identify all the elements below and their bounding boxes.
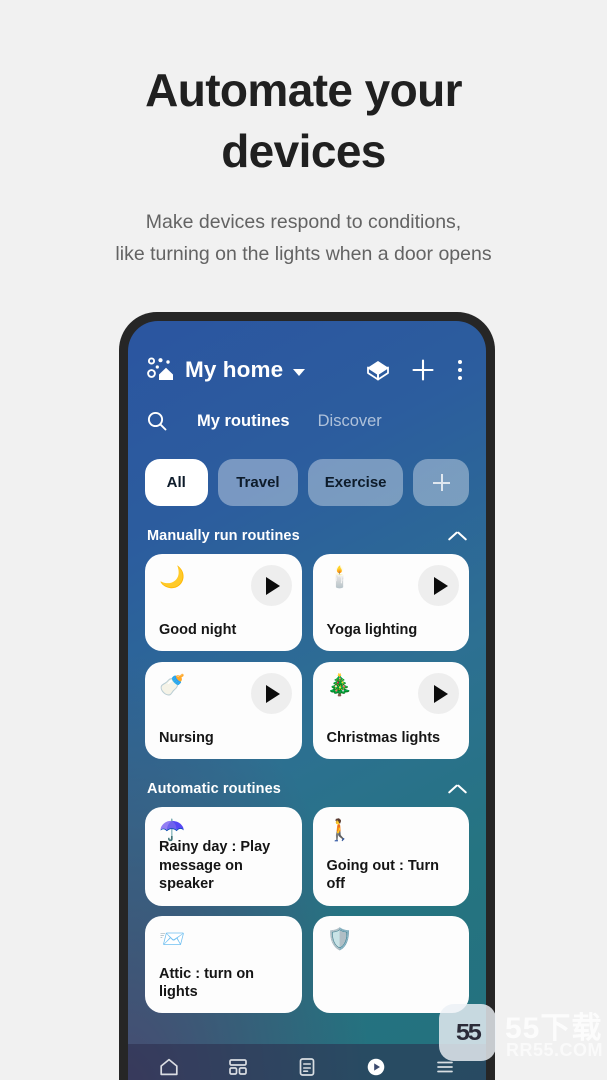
chip-exercise[interactable]: Exercise [308,459,403,506]
routine-card[interactable]: 🕯️ Yoga lighting [312,554,469,651]
nav-item-devices[interactable]: Devices [203,1056,272,1080]
page-subtitle: Make devices respond to conditions, like… [0,207,607,270]
menu-icon [434,1056,456,1078]
phone-mockup-frame: My home My routines Discover All Travel … [119,312,495,1080]
routine-label: Good night [159,622,237,639]
routine-card[interactable]: 📨 Attic : turn on lights [145,916,302,1013]
devices-grid-icon [227,1056,249,1078]
nav-item-home[interactable]: Home [134,1056,203,1080]
plus-icon [433,474,450,491]
more-dot [458,376,462,380]
play-icon[interactable] [418,565,459,606]
section-header-manual: Manually run routines [128,506,486,544]
play-icon[interactable] [250,673,292,714]
chevron-up-icon[interactable] [448,784,467,795]
routines-play-icon [365,1056,387,1078]
chip-travel[interactable]: Travel [217,459,299,506]
watermark-url: RR55.COM [506,1040,604,1060]
routine-label: Going out : Turn off [326,857,439,893]
section-header-automatic: Automatic routines [128,759,486,797]
routine-label: Christmas lights [326,730,441,747]
home-name-label[interactable]: My home [185,357,283,383]
bottom-navigation-bar: Home Devices [128,1044,486,1080]
play-icon[interactable] [250,565,292,606]
plus-icon[interactable] [410,357,436,383]
tab-my-routines[interactable]: My routines [197,412,290,431]
more-dot [458,368,462,372]
routine-card[interactable]: ☂️ Rainy day : Play message on speaker [145,807,302,906]
routine-emoji-icon: 📨 [159,928,186,951]
nav-item-life[interactable]: Life [272,1056,341,1080]
chip-all[interactable]: All [145,459,208,506]
chip-add-label[interactable] [413,459,469,506]
page-title: Automate your devices [94,60,514,181]
play-triangle [433,576,448,595]
play-triangle [266,684,280,703]
search-icon[interactable] [145,409,169,433]
routine-emoji-icon: 🛡️ [326,928,353,951]
chevron-down-icon[interactable] [293,368,306,376]
page-subtitle-line2: like turning on the lights when a door o… [115,243,492,266]
tab-discover[interactable]: Discover [318,412,382,431]
routine-label: Nursing [159,730,214,747]
routine-card[interactable]: 🚶 Going out : Turn off [312,807,469,906]
life-list-icon [296,1056,318,1078]
routine-label: Attic : turn on lights [159,965,255,1001]
section-title-manual: Manually run routines [147,528,300,544]
play-triangle [433,684,448,703]
home-icon [158,1056,180,1078]
manual-routines-grid: 🌙 Good night 🕯️ Yoga lighting 🍼 Nursing … [128,544,486,759]
automatic-routines-grid-clipped: 📨 Attic : turn on lights 🛡️ [128,906,486,1013]
page-title-line2: devices [221,124,386,177]
routine-card[interactable]: 🌙 Good night [145,554,302,651]
routine-emoji-icon: 🚶 [326,819,353,842]
routine-label: Rainy day : Play message on speaker [159,839,271,893]
section-title-automatic: Automatic routines [147,781,281,797]
page-title-line1: Automate your [145,64,462,116]
routine-card[interactable]: 🎄 Christmas lights [312,662,469,759]
automatic-routines-grid: ☂️ Rainy day : Play message on speaker 🚶… [128,797,486,906]
nav-item-menu[interactable]: Menu [411,1056,480,1080]
phone-screen: My home My routines Discover All Travel … [128,321,486,1080]
play-icon[interactable] [418,673,459,714]
routine-card[interactable]: 🍼 Nursing [145,662,302,759]
more-vertical-icon[interactable] [458,360,463,380]
3d-map-view-icon[interactable] [365,357,391,383]
promo-header: Automate your devices Make devices respo… [0,0,607,271]
watermark-title: 55下载 [505,1012,603,1045]
chevron-up-icon[interactable] [448,531,467,542]
routine-card[interactable]: 🛡️ [312,916,469,1013]
routine-label: Yoga lighting [326,622,418,639]
page-subtitle-line1: Make devices respond to conditions, [145,211,462,234]
nav-item-routines[interactable]: Routines [342,1056,411,1080]
play-triangle [266,576,280,595]
smart-home-icon [145,355,175,385]
filter-chips-row: All Travel Exercise [128,433,486,506]
app-topbar: My home [128,321,486,385]
more-dot [458,360,462,364]
tabs-row: My routines Discover [128,385,486,433]
